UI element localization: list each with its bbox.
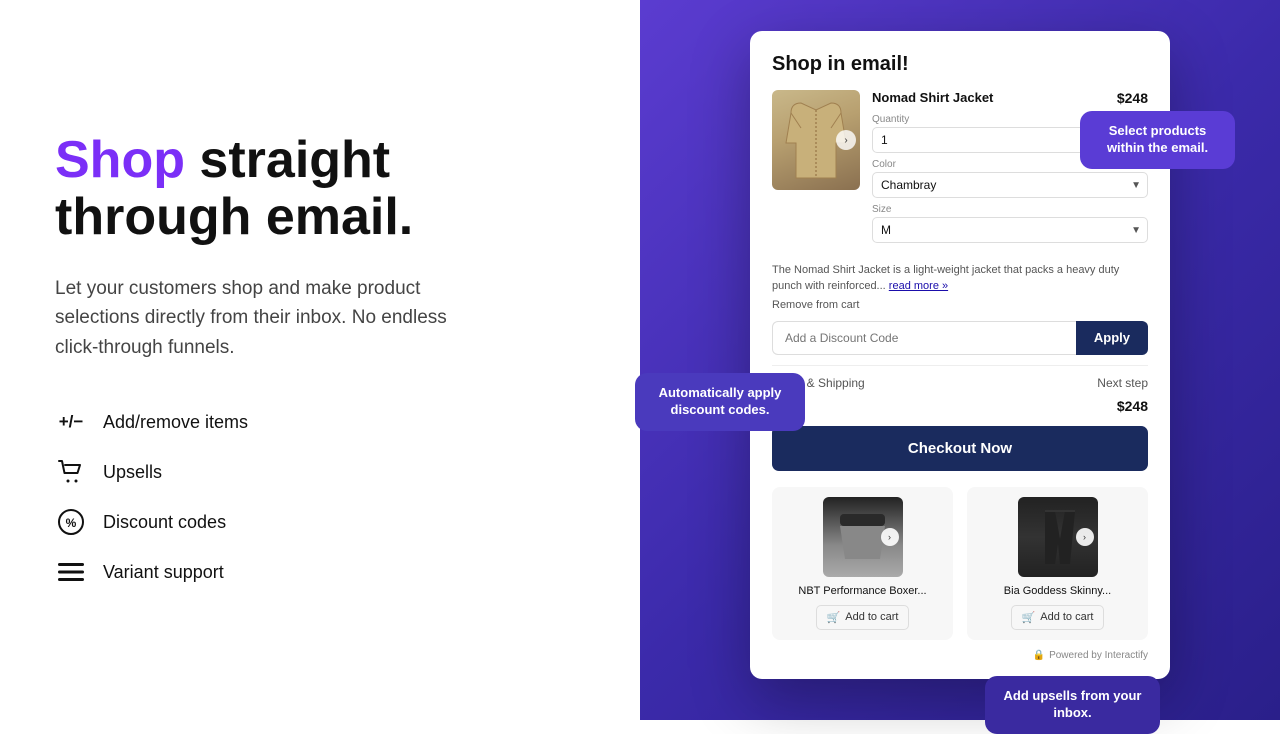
- feature-add-remove-label: Add/remove items: [103, 412, 248, 433]
- cart-small-icon: 🛒: [827, 611, 841, 624]
- add-remove-icon: +/−: [55, 406, 87, 438]
- feature-upsells: Upsells: [55, 456, 585, 488]
- lock-icon: 🔒: [1033, 650, 1045, 661]
- feature-variant-label: Variant support: [103, 562, 224, 583]
- svg-text:%: %: [66, 516, 77, 530]
- remove-from-cart-link[interactable]: Remove from cart: [772, 299, 1148, 311]
- upsell-skinny-image: ›: [1018, 497, 1098, 577]
- features-list: +/− Add/remove items Upsells % Discount …: [55, 406, 585, 588]
- total-value: $248: [1117, 398, 1148, 414]
- color-select[interactable]: ChambrayNavy: [872, 172, 1148, 198]
- discount-input[interactable]: [772, 321, 1076, 355]
- email-card: Shop in email! › Nomad Shirt Jacket: [750, 31, 1170, 679]
- size-wrap: Size MSLXL ▼: [872, 204, 1148, 243]
- apply-button[interactable]: Apply: [1076, 321, 1148, 355]
- headline-purple: Shop: [55, 131, 185, 189]
- feature-upsells-label: Upsells: [103, 462, 162, 483]
- product-name: Nomad Shirt Jacket: [872, 90, 993, 105]
- left-panel: Shop straightthrough email. Let your cus…: [0, 0, 640, 720]
- taxes-value: Next step: [1097, 376, 1148, 390]
- checkout-button[interactable]: Checkout Now: [772, 426, 1148, 471]
- taxes-row: Taxes & Shipping Next step: [772, 365, 1148, 394]
- upsell-skinny-add-button[interactable]: 🛒 Add to cart: [1011, 605, 1105, 630]
- powered-by: 🔒 Powered by Interactify: [772, 650, 1148, 661]
- tooltip-discount: Automatically apply discount codes.: [635, 373, 805, 431]
- upsell-boxer-add-button[interactable]: 🛒 Add to cart: [816, 605, 910, 630]
- feature-variant: Variant support: [55, 556, 585, 588]
- product-price: $248: [1117, 90, 1148, 106]
- read-more-link[interactable]: read more »: [889, 280, 948, 292]
- feature-discount-label: Discount codes: [103, 512, 226, 533]
- list-icon: [55, 556, 87, 588]
- powered-by-text: Powered by Interactify: [1049, 650, 1148, 661]
- cart-small-icon-2: 🛒: [1022, 611, 1036, 624]
- upsell-skinny: › Bia Goddess Skinny... 🛒 Add to cart: [967, 487, 1148, 640]
- product-image: ›: [772, 90, 860, 190]
- feature-discount: % Discount codes: [55, 506, 585, 538]
- size-label: Size: [872, 204, 1148, 215]
- right-panel: Shop in email! › Nomad Shirt Jacket: [640, 0, 1280, 720]
- cart-icon: [55, 456, 87, 488]
- headline: Shop straightthrough email.: [55, 132, 585, 246]
- size-select[interactable]: MSLXL: [872, 217, 1148, 243]
- upsell-boxer-name: NBT Performance Boxer...: [798, 585, 926, 597]
- upsell-skinny-nav-icon[interactable]: ›: [1076, 528, 1094, 546]
- card-title: Shop in email!: [772, 53, 1148, 76]
- discount-row: Apply: [772, 321, 1148, 355]
- upsell-skinny-name: Bia Goddess Skinny...: [1004, 585, 1111, 597]
- percent-icon: %: [55, 506, 87, 538]
- feature-add-remove: +/− Add/remove items: [55, 406, 585, 438]
- product-description: The Nomad Shirt Jacket is a light-weight…: [772, 263, 1148, 295]
- tooltip-select-products: Select products within the email.: [1080, 111, 1235, 169]
- upsell-boxer: › NBT Performance Boxer... 🛒 Add to cart: [772, 487, 953, 640]
- product-nav-arrow[interactable]: ›: [836, 130, 856, 150]
- subtitle: Let your customers shop and make product…: [55, 274, 485, 362]
- upsell-boxer-image: ›: [823, 497, 903, 577]
- upsells-row: › NBT Performance Boxer... 🛒 Add to cart: [772, 487, 1148, 640]
- tooltip-upsells: Add upsells from your inbox.: [985, 676, 1160, 734]
- total-row: Total $248: [772, 394, 1148, 426]
- upsell-boxer-nav-icon[interactable]: ›: [881, 528, 899, 546]
